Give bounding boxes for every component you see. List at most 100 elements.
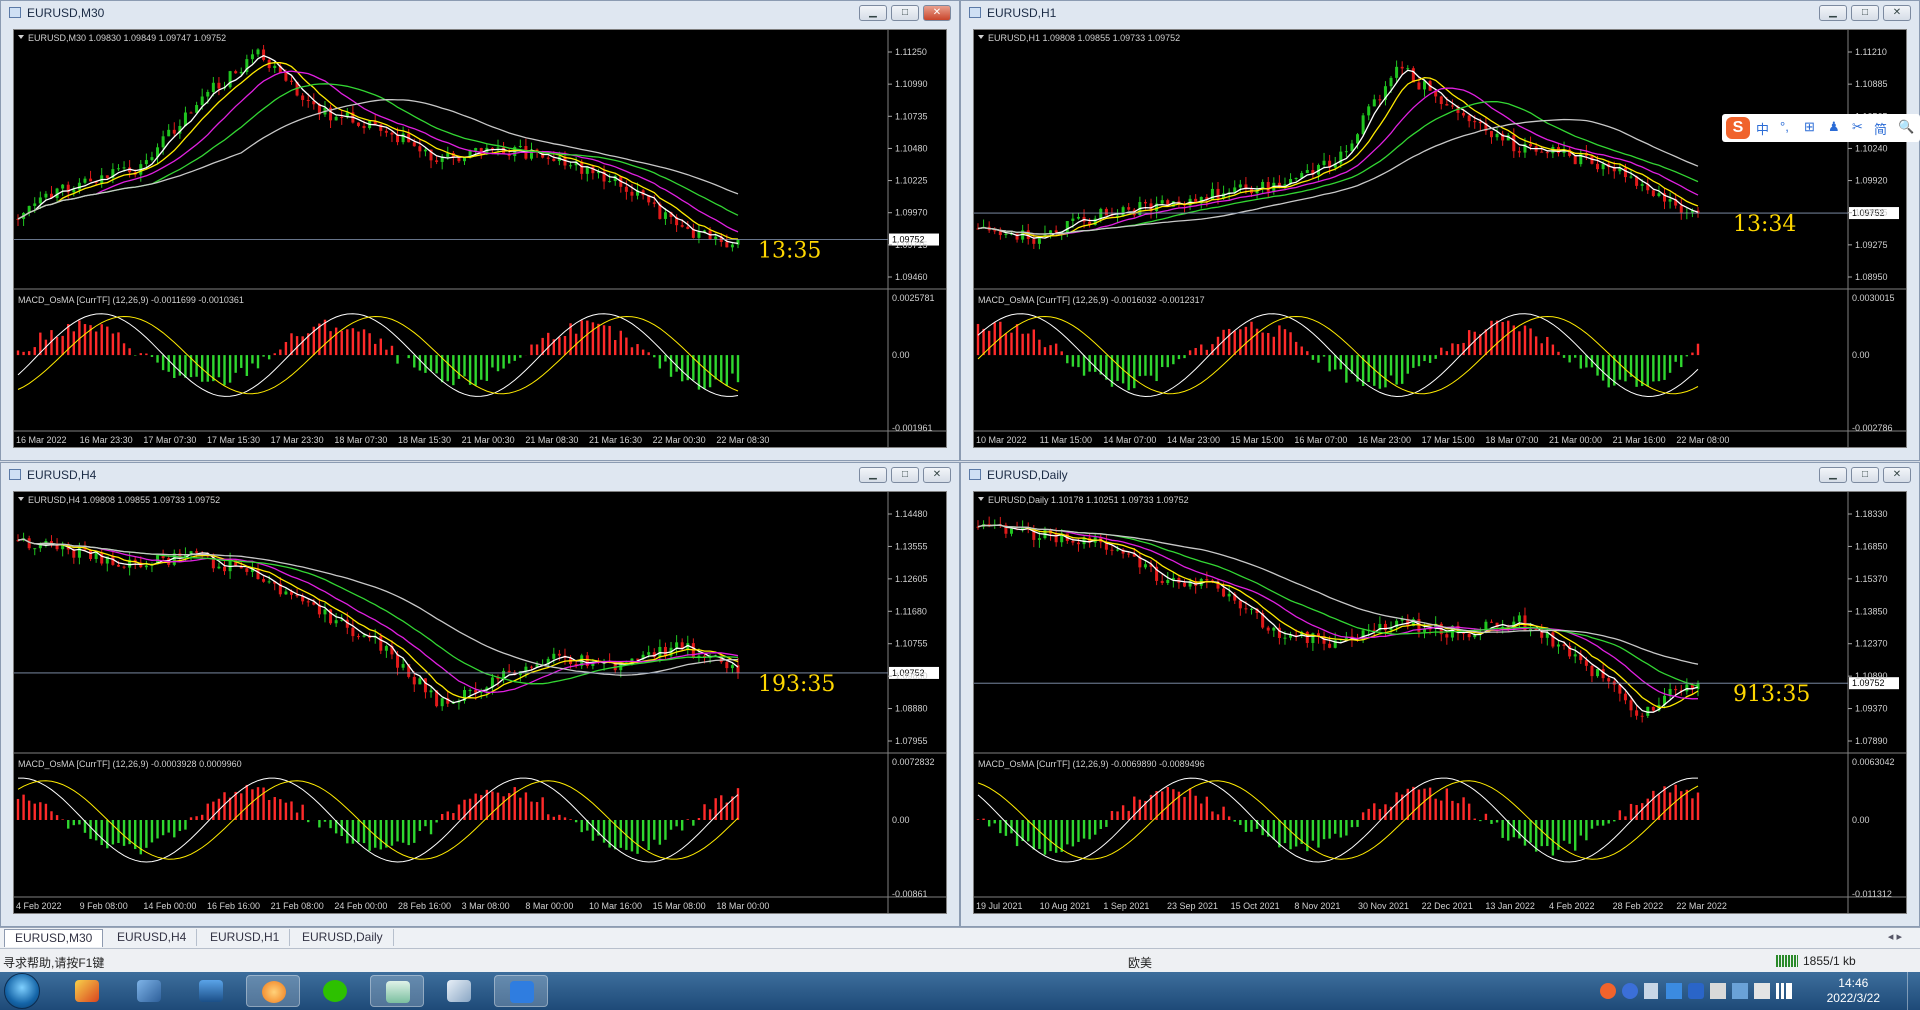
tab-eurusd-h4[interactable]: EURUSD,H4 (107, 929, 198, 946)
chart-window-h1[interactable]: EURUSD,H1 ▁ □ ✕ 1.09752 1.11210 1.10885 1.1… (960, 0, 1920, 461)
candle-body (1445, 104, 1449, 106)
taskbar-app-paint[interactable] (60, 975, 114, 1007)
sogou-tray-icon[interactable] (1600, 983, 1616, 999)
chart-canvas[interactable]: 1.09752 1.11250 1.10990 1.10735 1.10480 1.102… (13, 29, 947, 448)
macd-histogram-bar (1160, 355, 1164, 367)
macd-histogram-bar (1177, 355, 1181, 360)
tab-scroll-arrows[interactable]: ◂ ▸ (1888, 930, 1902, 943)
macd-histogram-bar (675, 820, 678, 827)
taskbar-app-wechat[interactable] (308, 975, 362, 1007)
close-button[interactable]: ✕ (923, 5, 951, 21)
time-axis-label: 9 Feb 08:00 (80, 901, 128, 911)
maximize-button[interactable]: □ (1851, 467, 1879, 483)
ime-toolbar[interactable]: S 中 °, ⊞ ♟ ✂ 简 🔍 (1722, 114, 1920, 142)
macd-histogram-bar (1194, 795, 1197, 820)
flag-tray-icon[interactable] (1644, 983, 1658, 999)
show-desktop-button[interactable] (1907, 972, 1920, 1010)
tab-eurusd-m30[interactable]: EURUSD,M30 (4, 929, 104, 947)
macd-histogram-bar (1579, 820, 1582, 836)
candle-body (518, 145, 522, 148)
ma-yellow-line (977, 524, 1699, 709)
macd-histogram-bar (1412, 786, 1415, 820)
macd-histogram-bar (653, 355, 656, 358)
chart-canvas[interactable]: 1.09752 1.14480 1.13555 1.12605 1.11680 1.107… (13, 491, 947, 914)
chart-svg[interactable]: 1.097521.112501.109901.107351.104801.102… (14, 30, 946, 447)
chart-window-daily[interactable]: EURUSD,Daily ▁ □ ✕ 1.09752 1.18330 1.16850… (960, 462, 1920, 927)
chart-canvas[interactable]: 1.09752 1.18330 1.16850 1.15370 1.13850 1.123… (973, 491, 1907, 914)
candle-body (1183, 582, 1187, 587)
taskbar-app-note[interactable] (494, 975, 548, 1007)
taskbar-app-browser[interactable] (246, 975, 300, 1007)
window-titlebar[interactable]: EURUSD,M30 ▁ □ ✕ (1, 1, 959, 25)
sogou-logo-icon[interactable]: S (1726, 117, 1750, 139)
taskbar-app-notepad[interactable] (432, 975, 486, 1007)
tab-eurusd-h1[interactable]: EURUSD,H1 (200, 929, 291, 946)
time-axis-label: 16 Feb 16:00 (207, 901, 260, 911)
maximize-button[interactable]: □ (1851, 5, 1879, 21)
start-button[interactable] (4, 973, 40, 1009)
price-tick-label: 1.10240 (1855, 143, 1888, 153)
candle-body (412, 142, 416, 147)
minimize-button[interactable]: ▁ (859, 467, 887, 483)
tab-eurusd-daily[interactable]: EURUSD,Daily (292, 929, 394, 946)
volume-icon[interactable] (1754, 983, 1770, 999)
macd-histogram-bar (1680, 791, 1683, 820)
taskbar-app-contacts[interactable] (122, 975, 176, 1007)
macd-histogram-bar (1099, 820, 1102, 829)
minimize-button[interactable]: ▁ (859, 5, 887, 21)
network-tray-icon[interactable] (1666, 983, 1682, 999)
time-axis-label: 14 Mar 23:00 (1167, 435, 1220, 445)
window-titlebar[interactable]: EURUSD,Daily ▁ □ ✕ (961, 463, 1919, 487)
macd-histogram-bar (407, 820, 410, 846)
window-titlebar[interactable]: EURUSD,H1 ▁ □ ✕ (961, 1, 1919, 25)
ma-magenta-line (977, 524, 1699, 700)
chart-window-m30[interactable]: EURUSD,M30 ▁ □ ✕ 1.09752 1.11250 1.10990 1.… (0, 0, 960, 461)
minimize-button[interactable]: ▁ (1819, 467, 1847, 483)
ime-chinese-mode[interactable]: 中 (1756, 119, 1769, 138)
chart-canvas[interactable]: 1.097521.112101.108851.105651.102401.099… (973, 29, 1907, 448)
macd-histogram-bar (1696, 343, 1700, 356)
close-button[interactable]: ✕ (1883, 467, 1911, 483)
minimize-button[interactable]: ▁ (1819, 5, 1847, 21)
taskbar-app-desktop[interactable] (184, 975, 238, 1007)
speaker-icon[interactable] (1710, 983, 1726, 999)
chart-svg[interactable]: 1.097521.183301.168501.153701.138501.123… (974, 492, 1906, 913)
signal-icon[interactable] (1776, 983, 1792, 999)
candle-body (401, 664, 405, 668)
macd-histogram-bar (1116, 811, 1119, 820)
shield-icon[interactable] (1688, 983, 1704, 999)
maximize-button[interactable]: □ (891, 467, 919, 483)
macd-histogram-bar (223, 355, 226, 386)
ime-user-icon[interactable]: ♟ (1828, 119, 1840, 135)
candle-body (1445, 634, 1449, 638)
display-tray-icon[interactable] (1732, 983, 1748, 999)
help-tray-icon[interactable] (1622, 983, 1638, 999)
macd-histogram-bar (1317, 355, 1320, 363)
close-button[interactable]: ✕ (1883, 5, 1911, 21)
ime-punctuation[interactable]: °, (1780, 119, 1789, 134)
macd-histogram-bar (1657, 355, 1661, 382)
close-button[interactable]: ✕ (923, 467, 951, 483)
macd-histogram-bar (1395, 792, 1398, 820)
macd-histogram-bar (379, 338, 382, 356)
macd-histogram-bar (362, 329, 366, 356)
chart-svg[interactable]: 1.097521.144801.135551.126051.116801.107… (14, 492, 946, 913)
taskbar-app-metatrader[interactable] (370, 975, 424, 1007)
chart-window-h4[interactable]: EURUSD,H4 ▁ □ ✕ 1.09752 1.14480 1.13555 1.1… (0, 462, 960, 927)
chart-window-icon (9, 7, 21, 18)
macd-tick-label: -0.011312 (1852, 889, 1892, 899)
ime-simplified[interactable]: 简 (1874, 119, 1887, 138)
macd-histogram-bar (189, 817, 193, 820)
window-titlebar[interactable]: EURUSD,H4 ▁ □ ✕ (1, 463, 959, 487)
taskbar-clock[interactable]: 14:46 2022/3/22 (1827, 976, 1880, 1006)
ime-tools-icon[interactable]: ✂ (1852, 119, 1863, 135)
chart-svg[interactable]: 1.097521.112101.108851.105651.102401.099… (974, 30, 1906, 447)
ime-search-icon[interactable]: 🔍 (1898, 119, 1914, 135)
macd-histogram-bar (1523, 820, 1527, 846)
ime-keyboard-icon[interactable]: ⊞ (1804, 119, 1815, 135)
candle-body (77, 546, 81, 558)
candle-body (1573, 155, 1577, 165)
candle-body (686, 226, 690, 229)
maximize-button[interactable]: □ (891, 5, 919, 21)
ma-yellow-line (17, 62, 739, 240)
